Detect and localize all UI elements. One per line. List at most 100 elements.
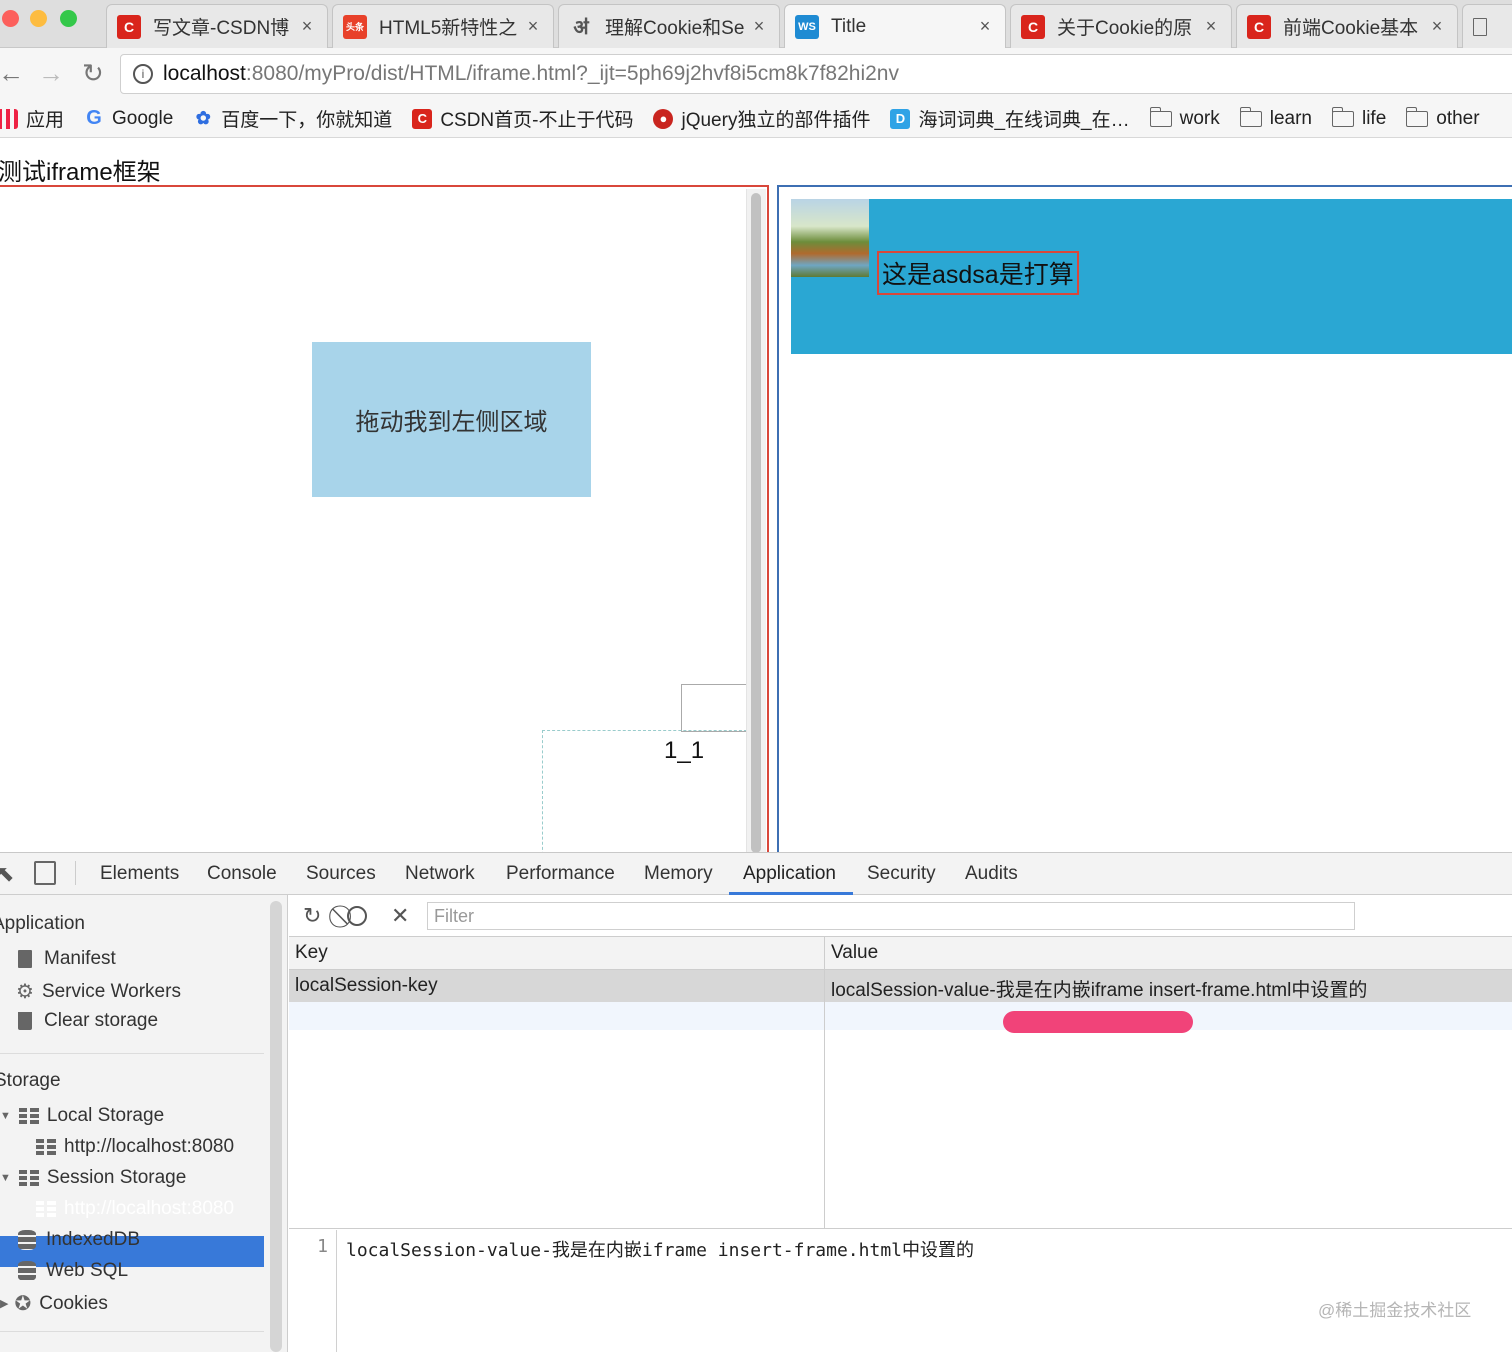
csdn-icon: C (1247, 14, 1271, 39)
browser-tab[interactable]: C 写文章-CSDN博 × (106, 4, 328, 48)
device-toolbar-icon[interactable] (34, 861, 56, 885)
tab-application[interactable]: Application (743, 863, 836, 885)
minimize-window-button[interactable] (30, 10, 47, 27)
bookmark-csdn[interactable]: C CSDN首页-不止于代码 (412, 105, 633, 132)
chevron-right-icon[interactable]: ▶ (0, 1297, 8, 1310)
csdn-icon: C (117, 14, 141, 39)
filter-input[interactable]: Filter (427, 902, 1355, 930)
application-sidebar: Application Manifest ⚙ Service Workers C… (0, 895, 288, 1352)
bookmark-dict[interactable]: D 海词词典_在线词典_在… (890, 105, 1130, 132)
sidebar-item-service-workers[interactable]: ⚙ Service Workers (16, 979, 181, 1004)
close-tab-icon[interactable]: × (1201, 16, 1221, 37)
left-iframe: 拖动我到左侧区域 1_1 (0, 185, 769, 855)
bookmark-label: 百度一下，你就知道 (221, 110, 393, 131)
table-row-empty[interactable] (289, 1002, 1512, 1030)
chevron-down-icon[interactable]: ▼ (0, 1172, 11, 1184)
back-arrow-icon[interactable]: ← (0, 58, 24, 89)
webstorm-icon: WS (795, 14, 819, 39)
sidebar-item-local-storage-origin[interactable]: http://localhost:8080 (36, 1136, 234, 1158)
sidebar-item-clear-storage[interactable]: Clear storage (18, 1010, 158, 1032)
address-bar[interactable]: i localhost:8080/myPro/dist/HTML/iframe.… (120, 54, 1512, 94)
new-tab-button[interactable] (1462, 4, 1512, 48)
reload-icon[interactable]: ↻ (82, 58, 104, 89)
toutiao-icon: 头条 (343, 14, 367, 39)
browser-tab[interactable]: ॳ 理解Cookie和Se × (558, 4, 780, 48)
bookmark-baidu[interactable]: ✿ 百度一下，你就知道 (193, 105, 393, 132)
bookmarks-bar: 应用 G Google ✿ 百度一下，你就知道 C CSDN首页-不止于代码 ●… (0, 100, 1512, 138)
bookmark-google[interactable]: G Google (84, 107, 173, 130)
sidebar-item-label: Web SQL (46, 1260, 129, 1281)
storage-grid-icon (18, 1170, 39, 1186)
line-number-gutter: 1 (289, 1230, 337, 1352)
table-header: Key Value (289, 937, 1512, 970)
sidebar-divider (0, 1053, 264, 1054)
sidebar-header-storage: Storage (0, 1070, 61, 1091)
storage-toolbar: ↻ ⃠ ✕ Filter (289, 895, 1512, 937)
sidebar-item-cookies[interactable]: ▶ ✪ Cookies (0, 1291, 108, 1316)
sidebar-scrollbar[interactable] (270, 901, 282, 1352)
cookie-icon: ✪ (14, 1293, 32, 1315)
sidebar-item-session-storage-origin[interactable]: http://localhost:8080 (36, 1198, 234, 1220)
storage-grid-icon (36, 1201, 56, 1217)
sidebar-item-label: http://localhost:8080 (64, 1136, 235, 1157)
bookmark-folder-other[interactable]: other (1406, 106, 1480, 130)
page-icon (1473, 17, 1487, 36)
bookmark-label: CSDN首页-不止于代码 (440, 110, 634, 131)
scrollbar-thumb[interactable] (751, 193, 761, 853)
tab-sources[interactable]: Sources (306, 863, 376, 885)
value-preview: 1 localSession-value-我是在内嵌iframe insert-… (289, 1230, 1512, 1352)
database-icon (18, 1230, 36, 1250)
chevron-down-icon[interactable]: ▼ (0, 1110, 11, 1122)
tab-security[interactable]: Security (867, 863, 936, 885)
bookmark-label: life (1361, 107, 1387, 129)
draggable-box-label: 拖动我到左侧区域 (355, 409, 548, 436)
bookmark-folder-life[interactable]: life (1331, 106, 1387, 130)
sidebar-item-indexeddb[interactable]: IndexedDB (18, 1229, 140, 1251)
draggable-box[interactable]: 拖动我到左侧区域 (312, 342, 591, 497)
sidebar-item-manifest[interactable]: Manifest (18, 948, 116, 970)
tab-audits[interactable]: Audits (965, 863, 1018, 885)
maximize-window-button[interactable] (60, 10, 77, 27)
column-header-value[interactable]: Value (831, 942, 878, 964)
bookmark-apps[interactable]: 应用 (0, 105, 64, 132)
tab-elements[interactable]: Elements (100, 863, 179, 885)
folder-icon (1239, 106, 1262, 127)
bookmark-folder-work[interactable]: work (1149, 106, 1220, 130)
table-row[interactable]: localSession-key localSession-value-我是在内… (289, 970, 1512, 1002)
tab-label: 理解Cookie和Se (605, 18, 745, 39)
drop-zone[interactable] (542, 730, 752, 853)
column-header-key[interactable]: Key (295, 942, 328, 964)
close-tab-icon[interactable]: × (523, 16, 543, 37)
close-tab-icon[interactable]: × (297, 16, 317, 37)
close-tab-icon[interactable]: × (749, 16, 769, 37)
refresh-icon[interactable]: ↻ (303, 903, 321, 929)
browser-tab[interactable]: 头条 HTML5新特性之 × (332, 4, 554, 48)
tab-network[interactable]: Network (405, 863, 475, 885)
browser-tab[interactable]: C 前端Cookie基本 × (1236, 4, 1458, 48)
close-tab-icon[interactable]: × (975, 16, 995, 37)
apps-icon (0, 108, 18, 129)
close-tab-icon[interactable]: × (1427, 16, 1447, 37)
sidebar-item-websql[interactable]: Web SQL (18, 1260, 128, 1282)
bookmark-jquery[interactable]: ● jQuery独立的部件插件 (653, 105, 870, 132)
bookmark-folder-learn[interactable]: learn (1239, 106, 1312, 130)
delete-selected-icon[interactable]: ✕ (391, 903, 409, 929)
browser-tab-active[interactable]: WS Title × (784, 4, 1006, 48)
tab-performance[interactable]: Performance (506, 863, 615, 885)
inspect-element-icon[interactable]: ⬉ (0, 861, 14, 887)
bookmark-label: 应用 (26, 110, 65, 131)
forward-arrow-icon[interactable]: → (38, 58, 64, 89)
bookmark-label: work (1179, 107, 1220, 129)
close-window-button[interactable] (2, 10, 19, 27)
block-icon[interactable] (347, 906, 367, 926)
sidebar-item-session-storage[interactable]: ▼ Session Storage (0, 1167, 186, 1189)
row-value: localSession-value-我是在内嵌iframe insert-fr… (831, 980, 1368, 1001)
column-divider[interactable] (824, 937, 825, 1229)
info-icon[interactable]: i (133, 64, 153, 84)
tab-console[interactable]: Console (207, 863, 277, 885)
browser-tab[interactable]: C 关于Cookie的原 × (1010, 4, 1232, 48)
sidebar-item-local-storage[interactable]: ▼ Local Storage (0, 1105, 164, 1127)
iframe-scrollbar[interactable] (746, 189, 766, 853)
tab-memory[interactable]: Memory (644, 863, 713, 885)
highlight-annotation (1003, 1011, 1193, 1033)
